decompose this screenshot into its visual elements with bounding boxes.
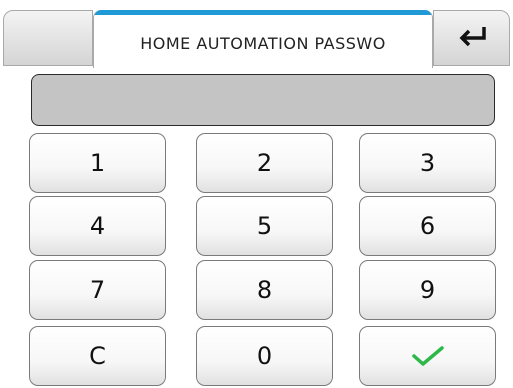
key-3[interactable]: 3 xyxy=(359,133,496,193)
title-tab: HOME AUTOMATION PASSWO xyxy=(93,10,433,68)
key-8[interactable]: 8 xyxy=(196,260,333,320)
clear-button[interactable]: C xyxy=(29,326,166,386)
confirm-button[interactable] xyxy=(359,326,496,386)
key-7[interactable]: 7 xyxy=(29,260,166,320)
title-bar: HOME AUTOMATION PASSWO xyxy=(0,0,513,68)
left-tab[interactable] xyxy=(3,10,93,66)
key-6[interactable]: 6 xyxy=(359,196,496,256)
key-5[interactable]: 5 xyxy=(196,196,333,256)
checkmark-icon xyxy=(411,346,444,366)
key-2[interactable]: 2 xyxy=(196,133,333,193)
key-1[interactable]: 1 xyxy=(29,133,166,193)
key-9[interactable]: 9 xyxy=(359,260,496,320)
page-title: HOME AUTOMATION PASSWO xyxy=(140,34,386,53)
password-display xyxy=(31,74,495,126)
key-4[interactable]: 4 xyxy=(29,196,166,256)
key-0[interactable]: 0 xyxy=(196,326,333,386)
enter-return-icon xyxy=(459,27,486,47)
back-button[interactable] xyxy=(433,10,510,66)
title-accent-bar xyxy=(94,10,432,15)
